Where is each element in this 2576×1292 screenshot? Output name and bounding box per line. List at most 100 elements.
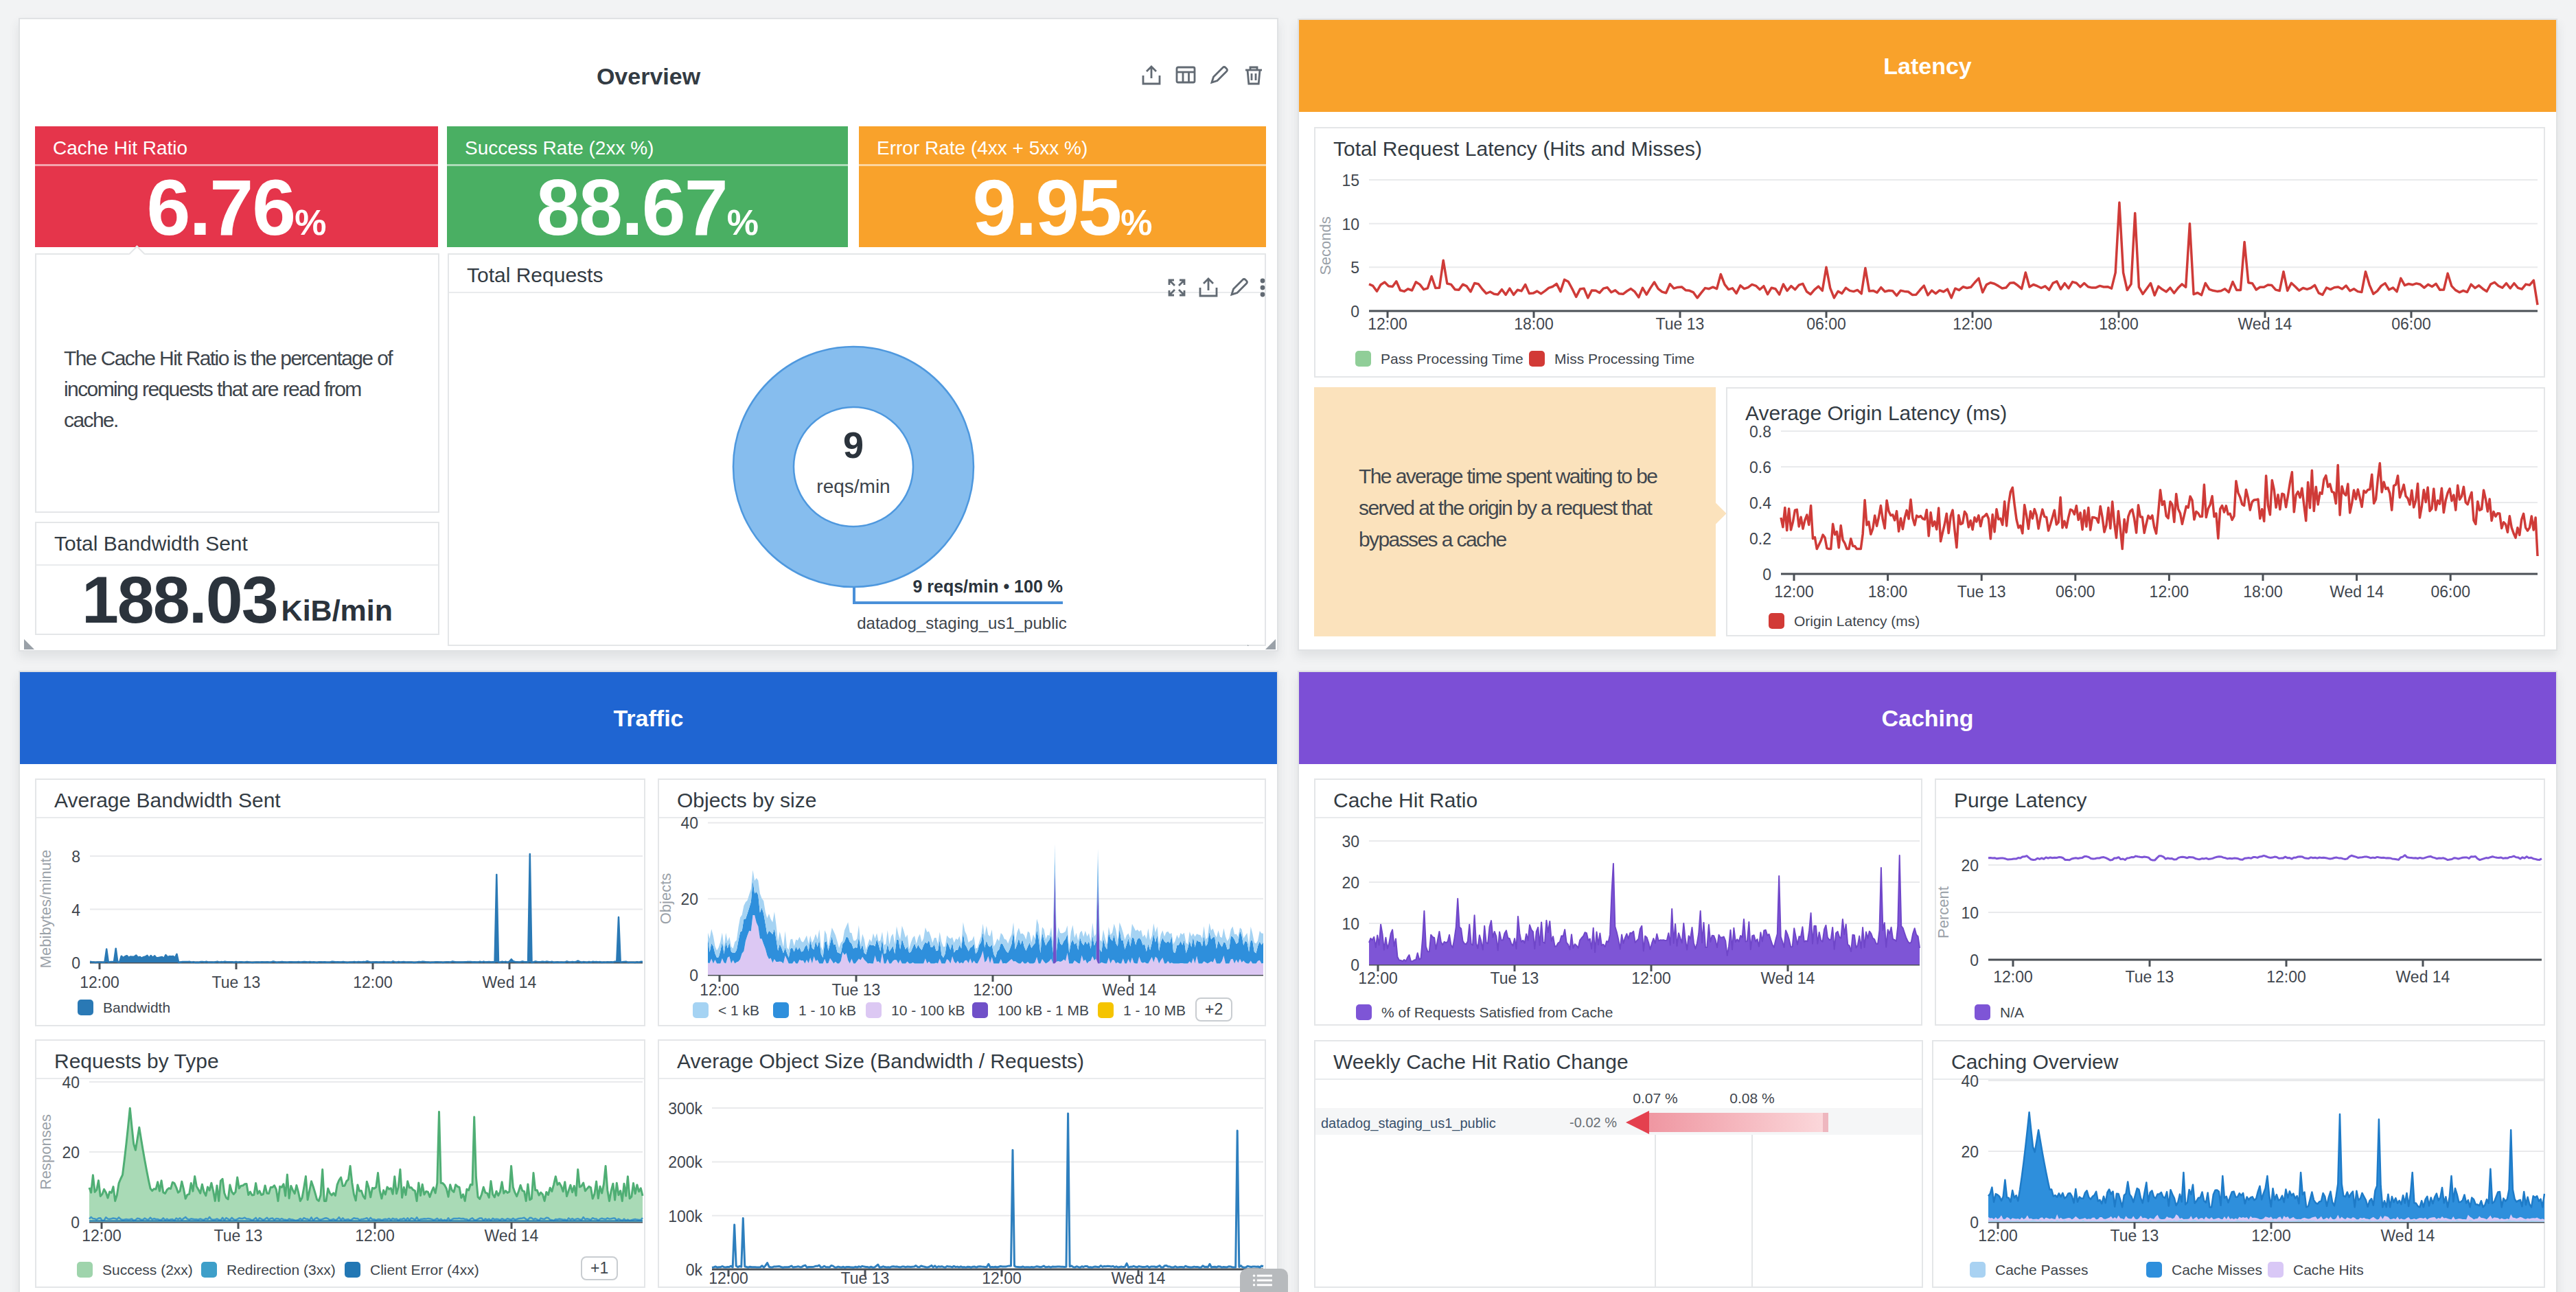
- svg-text:10: 10: [1342, 915, 1359, 933]
- svg-text:Tue 13: Tue 13: [2111, 1227, 2159, 1245]
- svg-text:12:00: 12:00: [82, 1227, 122, 1245]
- svg-text:40: 40: [62, 1074, 80, 1092]
- svg-text:Mebibytes/minute: Mebibytes/minute: [37, 850, 54, 968]
- svg-text:Cache Hits: Cache Hits: [2293, 1262, 2364, 1278]
- svg-text:12:00: 12:00: [353, 973, 393, 991]
- svg-text:12:00: 12:00: [1978, 1227, 2018, 1245]
- svg-text:Wed 14: Wed 14: [1761, 969, 1815, 987]
- svg-text:0.4: 0.4: [1749, 494, 1771, 512]
- svg-text:100 kB - 1 MB: 100 kB - 1 MB: [998, 1002, 1089, 1018]
- svg-text:12:00: 12:00: [355, 1227, 395, 1245]
- svg-text:20: 20: [680, 890, 698, 908]
- svg-text:Tue 13: Tue 13: [841, 1269, 890, 1287]
- svg-text:12:00: 12:00: [1993, 968, 2033, 986]
- svg-text:10 - 100 kB: 10 - 100 kB: [891, 1002, 965, 1018]
- svg-text:Wed 14: Wed 14: [483, 973, 537, 991]
- svg-text:12:00: 12:00: [2150, 583, 2189, 601]
- svg-text:Seconds: Seconds: [1317, 216, 1334, 275]
- svg-text:-0.02 %: -0.02 %: [1569, 1115, 1617, 1130]
- svg-text:Redirection (3xx): Redirection (3xx): [227, 1262, 336, 1278]
- svg-text:18:00: 18:00: [1868, 583, 1908, 601]
- svg-text:0: 0: [1970, 1214, 1979, 1232]
- svg-text:Pass Processing Time: Pass Processing Time: [1381, 351, 1523, 367]
- svg-text:Wed 14: Wed 14: [485, 1227, 539, 1245]
- svg-text:reqs/min: reqs/min: [816, 476, 890, 497]
- svg-text:0: 0: [71, 954, 80, 972]
- svg-text:15: 15: [1342, 172, 1359, 189]
- svg-text:18:00: 18:00: [2099, 315, 2139, 333]
- svg-text:20: 20: [1342, 874, 1359, 892]
- svg-text:0: 0: [1350, 303, 1359, 321]
- svg-text:Wed 14: Wed 14: [2330, 583, 2384, 601]
- svg-text:0.8: 0.8: [1749, 423, 1771, 441]
- svg-text:06:00: 06:00: [2391, 315, 2431, 333]
- svg-text:300k: 300k: [668, 1100, 702, 1118]
- svg-text:200k: 200k: [668, 1153, 702, 1171]
- svg-text:Bandwidth: Bandwidth: [103, 1000, 170, 1015]
- svg-text:datadog_staging_us1_public: datadog_staging_us1_public: [857, 614, 1067, 632]
- svg-text:Tue 13: Tue 13: [212, 973, 261, 991]
- svg-text:Wed 14: Wed 14: [2381, 1227, 2435, 1245]
- svg-text:12:00: 12:00: [700, 981, 739, 999]
- svg-text:Responses: Responses: [37, 1114, 54, 1190]
- svg-text:12:00: 12:00: [2251, 1227, 2291, 1245]
- svg-text:Wed 14: Wed 14: [1103, 981, 1157, 999]
- svg-text:Tue 13: Tue 13: [1491, 969, 1539, 987]
- svg-text:8: 8: [71, 848, 80, 866]
- svg-text:12:00: 12:00: [1631, 969, 1671, 987]
- svg-text:Objects: Objects: [658, 873, 674, 925]
- svg-text:0.6: 0.6: [1749, 459, 1771, 476]
- svg-text:N/A: N/A: [2000, 1004, 2024, 1020]
- svg-text:Wed 14: Wed 14: [2396, 968, 2450, 986]
- svg-text:10: 10: [1342, 216, 1359, 233]
- svg-text:06:00: 06:00: [1806, 315, 1846, 333]
- svg-text:1 - 10 MB: 1 - 10 MB: [1123, 1002, 1186, 1018]
- svg-text:0: 0: [1762, 566, 1771, 584]
- svg-text:20: 20: [62, 1144, 80, 1162]
- svg-text:12:00: 12:00: [80, 973, 119, 991]
- svg-text:100k: 100k: [668, 1208, 702, 1225]
- svg-text:0.07 %: 0.07 %: [1633, 1090, 1677, 1106]
- svg-text:Wed 14: Wed 14: [1112, 1269, 1166, 1287]
- svg-text:0: 0: [71, 1214, 80, 1232]
- svg-text:12:00: 12:00: [982, 1269, 1022, 1287]
- svg-text:Cache Passes: Cache Passes: [1995, 1262, 2088, 1278]
- svg-text:20: 20: [1961, 857, 1979, 875]
- svg-text:40: 40: [1961, 1072, 1979, 1090]
- svg-text:Tue 13: Tue 13: [832, 981, 881, 999]
- svg-text:4: 4: [71, 901, 80, 919]
- svg-text:< 1 kB: < 1 kB: [718, 1002, 759, 1018]
- svg-text:Cache Misses: Cache Misses: [2172, 1262, 2262, 1278]
- svg-text:20: 20: [1961, 1143, 1979, 1161]
- svg-text:% of Requests Satisfied from C: % of Requests Satisfied from Cache: [1381, 1004, 1613, 1020]
- svg-text:0.08 %: 0.08 %: [1729, 1090, 1774, 1106]
- svg-text:0: 0: [1970, 951, 1979, 969]
- svg-text:18:00: 18:00: [1514, 315, 1554, 333]
- svg-text:Tue 13: Tue 13: [2126, 968, 2174, 986]
- svg-text:Success (2xx): Success (2xx): [102, 1262, 193, 1278]
- svg-text:1 - 10 kB: 1 - 10 kB: [798, 1002, 856, 1018]
- svg-text:5: 5: [1350, 259, 1359, 277]
- svg-text:12:00: 12:00: [1358, 969, 1398, 987]
- svg-text:9: 9: [843, 424, 864, 465]
- svg-text:Tue 13: Tue 13: [1656, 315, 1705, 333]
- svg-text:06:00: 06:00: [2430, 583, 2470, 601]
- svg-text:Wed 14: Wed 14: [2238, 315, 2292, 333]
- svg-text:Miss Processing Time: Miss Processing Time: [1554, 351, 1694, 367]
- svg-text:0: 0: [689, 967, 698, 984]
- svg-text:40: 40: [680, 814, 698, 832]
- svg-text:0k: 0k: [686, 1261, 703, 1279]
- svg-text:9 reqs/min • 100 %: 9 reqs/min • 100 %: [912, 577, 1063, 596]
- svg-text:Client Error (4xx): Client Error (4xx): [370, 1262, 479, 1278]
- svg-text:18:00: 18:00: [2243, 583, 2283, 601]
- svg-text:datadog_staging_us1_public: datadog_staging_us1_public: [1321, 1116, 1496, 1131]
- svg-text:Tue 13: Tue 13: [1957, 583, 2006, 601]
- svg-text:06:00: 06:00: [2056, 583, 2095, 601]
- svg-text:12:00: 12:00: [709, 1269, 748, 1287]
- svg-text:30: 30: [1342, 833, 1359, 851]
- svg-text:12:00: 12:00: [1953, 315, 1992, 333]
- svg-text:12:00: 12:00: [973, 981, 1013, 999]
- svg-text:Percent: Percent: [1935, 886, 1952, 938]
- svg-text:12:00: 12:00: [1368, 315, 1407, 333]
- svg-text:0.2: 0.2: [1749, 530, 1771, 548]
